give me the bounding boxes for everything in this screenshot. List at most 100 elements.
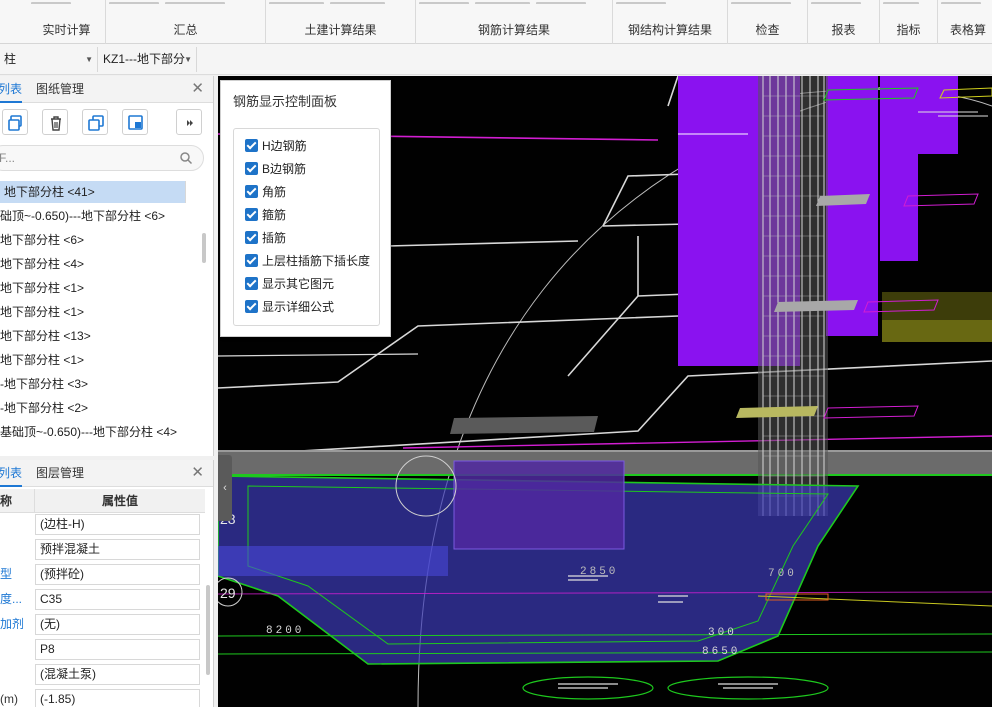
ribbon-group-steel-results[interactable]: 钢结构计算结果	[613, 0, 728, 44]
property-value[interactable]: 预拌混凝土	[35, 539, 200, 560]
ribbon-group-label: 实时计算	[42, 23, 91, 37]
collapse-panel-button[interactable]: ‹	[218, 455, 232, 521]
checkbox-label: H边钢筋	[262, 139, 307, 153]
trash-icon	[51, 116, 61, 131]
expand-more-button[interactable]	[176, 109, 202, 135]
component-panel-tabs: 列表 图纸管理 ✕	[0, 76, 213, 103]
list-item[interactable]: 地下部分柱 <1>	[0, 349, 186, 371]
ribbon-group-reports[interactable]: 报表	[808, 0, 880, 44]
checkbox-checked-icon[interactable]	[245, 231, 258, 244]
ribbon-group-civil-results[interactable]: 土建计算结果	[266, 0, 416, 44]
ribbon-group-label: 表格算	[949, 23, 986, 37]
ribbon-group-label: 指标	[896, 23, 921, 37]
tab-drawing-management[interactable]: 图纸管理	[36, 76, 84, 103]
close-icon[interactable]: ✕	[191, 465, 204, 480]
checkbox-checked-icon[interactable]	[245, 208, 258, 221]
category-value: 柱	[4, 52, 17, 66]
checkbox-checked-icon[interactable]	[245, 139, 258, 152]
properties-panel-tabs: 列表 图层管理 ✕	[0, 460, 213, 487]
search-icon	[180, 152, 193, 165]
ribbon-group-indicators[interactable]: 指标	[880, 0, 938, 44]
property-value[interactable]: (-1.85)	[35, 689, 200, 707]
list-item[interactable]: 础顶~-0.650)---地下部分柱 <6>	[0, 205, 186, 227]
checkbox-label: 上层柱插筋下插长度	[262, 254, 371, 268]
ribbon-group-label: 钢筋计算结果	[477, 23, 550, 37]
column-header-name: 称	[0, 489, 35, 513]
new-component-icon	[8, 115, 22, 131]
checkbox-checked-icon[interactable]	[245, 162, 258, 175]
dimension-label: 700	[768, 568, 797, 580]
list-item[interactable]: 地下部分柱 <6>	[0, 229, 186, 251]
double-chevron-right-icon	[187, 120, 193, 126]
selector-bar: 柱 ▼ KZ1---地下部分 ▼	[0, 44, 992, 75]
list-item[interactable]: 基础顶~-0.650)---地下部分柱 <4>	[0, 421, 186, 443]
property-name: 加剂	[0, 617, 25, 631]
tab-properties-list[interactable]: 列表	[0, 460, 22, 487]
copy-button[interactable]	[82, 109, 108, 135]
axis-label-29: 29	[220, 585, 236, 601]
property-value[interactable]: (无)	[35, 614, 200, 635]
delete-button[interactable]	[42, 109, 68, 135]
component-toolbar	[0, 103, 213, 140]
dimension-label: 2850	[580, 566, 618, 578]
ribbon-group-table-calc[interactable]: 表格算	[938, 0, 992, 44]
ribbon-group-summary[interactable]: 汇总	[106, 0, 266, 44]
list-item[interactable]: 地下部分柱 <13>	[0, 325, 186, 347]
control-options-group: H边钢筋 B边钢筋 角筋 箍筋 插筋 上层柱插筋下插长度 显示其它图元 显示详细公式	[233, 128, 380, 326]
copy-icon	[88, 115, 104, 131]
list-item[interactable]: 地下部分柱 <4>	[0, 253, 186, 275]
layer-copy-icon	[128, 115, 143, 130]
dimension-label: 8200	[266, 625, 304, 637]
property-value[interactable]: (边柱-H)	[35, 514, 200, 535]
dimension-label: 8650	[702, 646, 740, 658]
dimension-label: 300	[708, 627, 737, 639]
ribbon-group-label: 土建计算结果	[304, 23, 377, 37]
new-component-button[interactable]	[2, 109, 28, 135]
property-value[interactable]: P8	[35, 639, 200, 660]
list-item[interactable]: 地下部分柱 <1>	[0, 301, 186, 323]
close-icon[interactable]: ✕	[191, 81, 204, 96]
ribbon-group-label: 汇总	[173, 23, 198, 37]
search-input[interactable]: F...	[0, 145, 204, 171]
layer-copy-button[interactable]	[122, 109, 148, 135]
ribbon-group-realtime-calc[interactable]: 实时计算	[28, 0, 106, 44]
checkbox-checked-icon[interactable]	[245, 254, 258, 267]
tab-layer-management[interactable]: 图层管理	[36, 460, 84, 487]
checkbox-checked-icon[interactable]	[245, 277, 258, 290]
ribbon-group-label: 检查	[755, 23, 780, 37]
column-header-value: 属性值	[35, 489, 205, 513]
element-value: KZ1---地下部分	[103, 52, 185, 66]
list-item[interactable]: 地下部分柱 <1>	[0, 277, 186, 299]
checkbox-label: 箍筋	[262, 208, 287, 222]
property-name: (m)	[0, 692, 18, 706]
checkbox-label: 显示其它图元	[262, 277, 335, 291]
ribbon-group-label: 报表	[831, 23, 856, 37]
control-panel-title: 钢筋显示控制面板	[233, 94, 338, 109]
checkbox-checked-icon[interactable]	[245, 185, 258, 198]
ribbon: 实时计算 汇总 土建计算结果 钢筋计算结果 钢结构计算结果 检查 报表 指标 表…	[0, 0, 992, 44]
rebar-display-control-panel: 钢筋显示控制面板 H边钢筋 B边钢筋 角筋 箍筋 插筋 上层柱插筋下插长度 显示其它图元 显示…	[220, 80, 391, 337]
search-placeholder: F...	[0, 151, 16, 165]
checkbox-label: 角筋	[262, 185, 287, 199]
checkbox-checked-icon[interactable]	[245, 300, 258, 313]
category-dropdown[interactable]: 柱 ▼	[0, 47, 98, 72]
tab-list[interactable]: 列表	[0, 76, 22, 103]
property-value[interactable]: (预拌砼)	[35, 564, 200, 585]
property-value[interactable]: (混凝土泵)	[35, 664, 200, 685]
property-name: 度...	[0, 592, 23, 606]
checkbox-label: B边钢筋	[262, 162, 307, 176]
ribbon-group-label: 钢结构计算结果	[627, 23, 712, 37]
list-item[interactable]: 地下部分柱 <41>	[0, 181, 186, 203]
ribbon-group-check[interactable]: 检查	[728, 0, 808, 44]
property-value[interactable]: C35	[35, 589, 200, 610]
property-name: 型	[0, 567, 13, 581]
list-item[interactable]: -地下部分柱 <3>	[0, 373, 186, 395]
checkbox-label: 显示详细公式	[262, 300, 335, 314]
properties-scrollbar[interactable]	[206, 585, 210, 675]
list-scrollbar[interactable]	[202, 233, 206, 263]
ribbon-group-rebar-results[interactable]: 钢筋计算结果	[416, 0, 613, 44]
list-item[interactable]: -地下部分柱 <2>	[0, 397, 186, 419]
element-dropdown[interactable]: KZ1---地下部分 ▼	[99, 47, 197, 72]
chevron-down-icon: ▼	[184, 55, 192, 64]
chevron-down-icon: ▼	[85, 55, 93, 64]
